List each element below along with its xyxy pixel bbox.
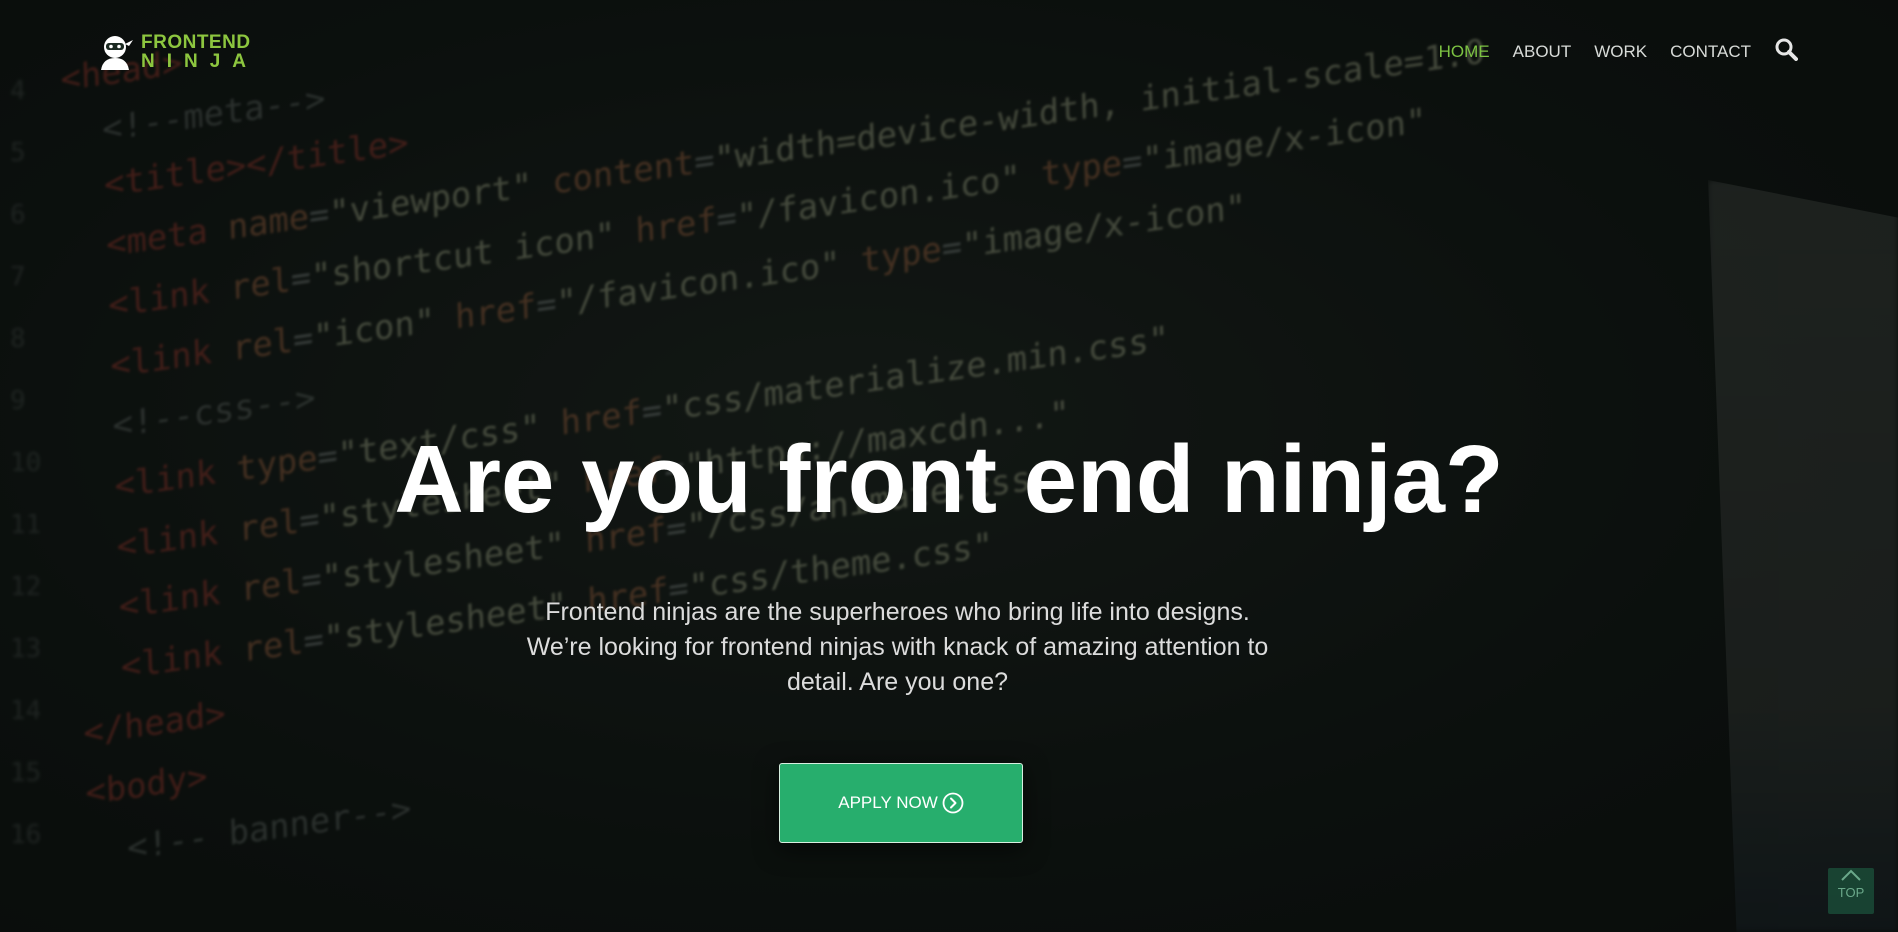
chevron-up-icon — [1828, 868, 1874, 885]
nav-item-work[interactable]: WORK — [1594, 42, 1647, 62]
nav-item-home[interactable]: HOME — [1439, 42, 1490, 62]
site-header: FRONTEND NINJA HOME ABOUT WORK CONTACT — [0, 0, 1898, 110]
apply-now-button[interactable]: APPLY NOW — [779, 763, 1023, 843]
nav-item-contact[interactable]: CONTACT — [1670, 42, 1751, 62]
main-nav: HOME ABOUT WORK CONTACT — [1439, 37, 1798, 64]
hero-description: Frontend ninjas are the superheroes who … — [526, 598, 1269, 696]
site-logo[interactable]: FRONTEND NINJA — [95, 32, 258, 72]
hero-title: Are you front end ninja? — [394, 426, 1504, 533]
logo-text-frontend: FRONTEND — [141, 32, 251, 53]
nav-item-about[interactable]: ABOUT — [1513, 42, 1572, 62]
chevron-right-circle-icon — [942, 792, 964, 814]
logo-text-ninja: NINJA — [141, 51, 259, 72]
back-to-top-button[interactable]: TOP — [1828, 868, 1874, 914]
back-to-top-label: TOP — [1837, 885, 1865, 900]
ninja-logo-icon — [95, 32, 135, 72]
search-icon[interactable] — [1774, 37, 1798, 61]
apply-now-label: APPLY NOW — [838, 793, 938, 812]
